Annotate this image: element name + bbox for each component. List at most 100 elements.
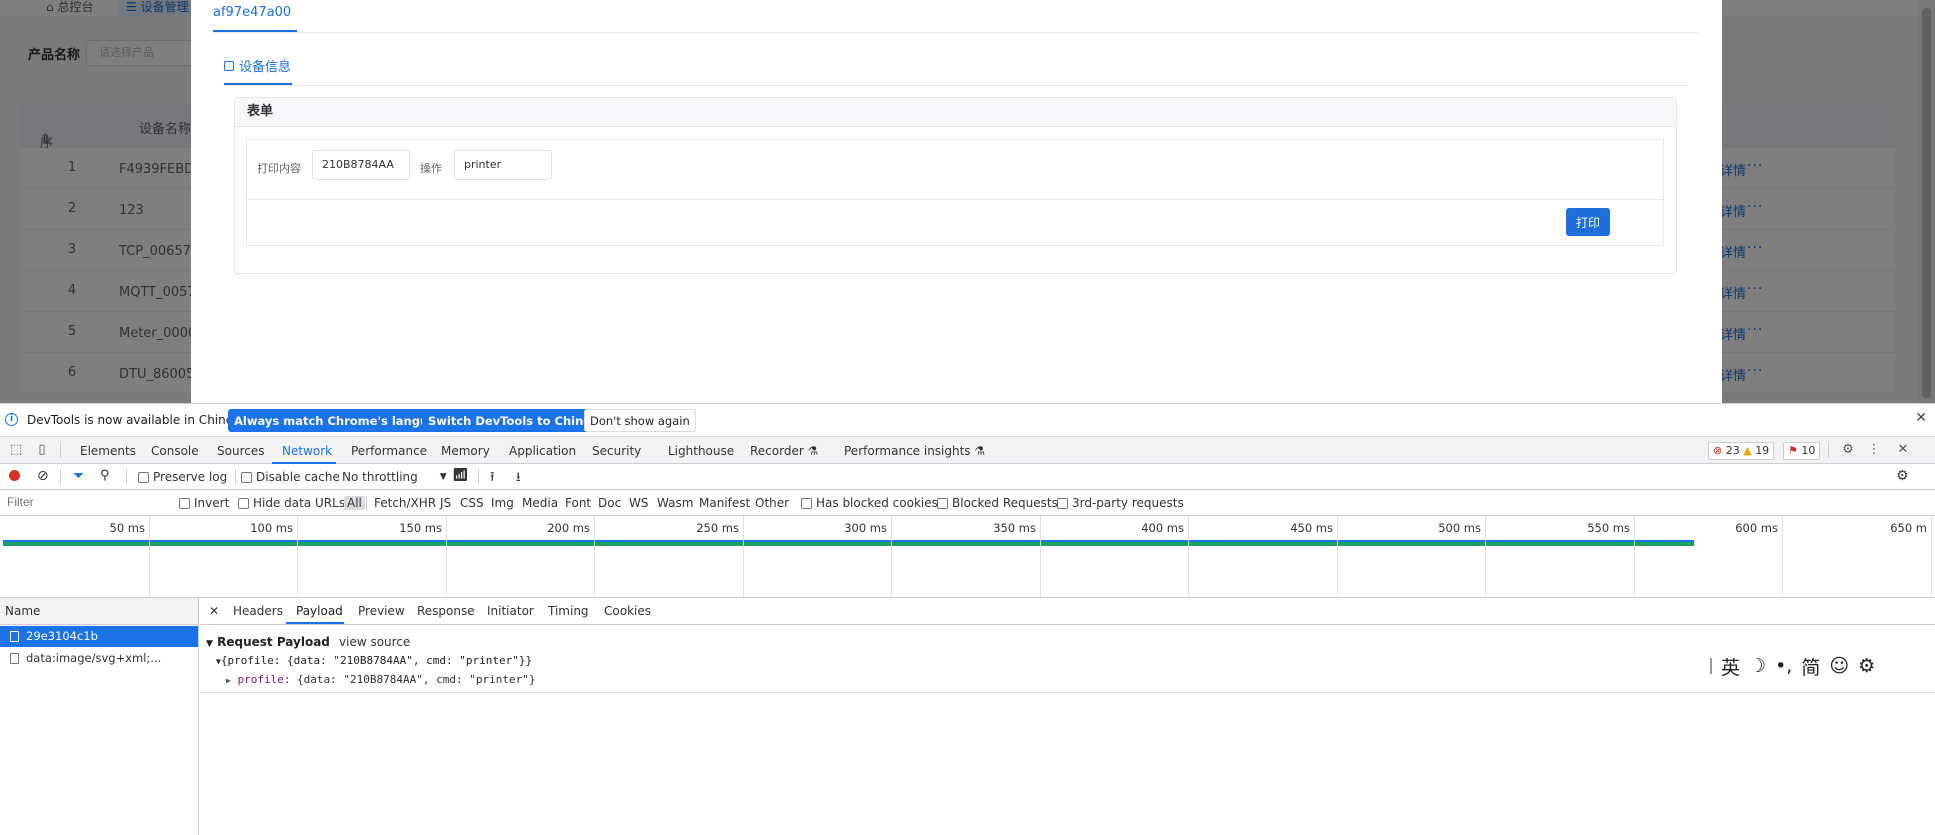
tab-elements[interactable]: Elements [80, 444, 136, 458]
device-icon [224, 60, 234, 71]
punctuation-icon[interactable]: •, [1775, 655, 1792, 677]
tab-payload[interactable]: Payload [296, 604, 343, 618]
filter-type-all[interactable]: All [344, 496, 365, 510]
filter-type-font[interactable]: Font [565, 496, 591, 510]
drag-handle[interactable] [1710, 658, 1712, 674]
filter-type-doc[interactable]: Doc [598, 496, 621, 510]
filter-type-media[interactable]: Media [522, 496, 558, 510]
settings-gear-icon[interactable]: ⚙ [1840, 442, 1856, 458]
print-button[interactable]: 打印 [1566, 208, 1610, 236]
network-timeline-overview[interactable]: 50 ms 100 ms 150 ms 200 ms 250 ms 300 ms 350 m… [0, 516, 1935, 598]
search-icon[interactable]: ⚲ [100, 468, 110, 483]
filter-type-img[interactable]: Img [491, 496, 514, 510]
filter-type-wasm[interactable]: Wasm [657, 496, 693, 510]
separator [1828, 443, 1829, 458]
timeline-gridline [1485, 516, 1486, 597]
filter-input[interactable] [2, 493, 167, 512]
request-item[interactable]: 29e3104c1b [0, 626, 198, 647]
filter-type-css[interactable]: CSS [460, 496, 484, 510]
network-filterbar: Invert Hide data URLs All Fetch/XHR JS C… [0, 490, 1935, 516]
invert-checkbox[interactable]: Invert [179, 496, 229, 510]
export-har-icon[interactable]: ⭳ [516, 468, 521, 490]
import-har-icon[interactable]: ⭱ [490, 468, 495, 490]
hide-data-urls-checkbox[interactable]: Hide data URLs [238, 496, 345, 510]
record-icon[interactable] [9, 470, 20, 481]
tab-recorder[interactable]: Recorder ⚗ [750, 444, 818, 458]
filter-funnel-icon[interactable]: ⏷ [73, 468, 84, 484]
request-timing-bar [3, 540, 1694, 546]
tab-preview[interactable]: Preview [358, 604, 405, 618]
preserve-log-checkbox[interactable]: Preserve log [138, 470, 227, 484]
devtools-tabbar: ⬚ ▯ Elements Console Sources Network Per… [0, 437, 1935, 464]
error-icon: ⊗ [1713, 444, 1723, 457]
throttling-select[interactable]: No throttling ▼ [342, 470, 447, 484]
close-icon[interactable]: ✕ [1915, 410, 1927, 426]
filter-type-fetch-xhr[interactable]: Fetch/XHR [374, 496, 436, 510]
tab-device-info[interactable]: 设备信息 [224, 56, 291, 75]
has-blocked-cookies-checkbox[interactable]: Has blocked cookies [801, 496, 938, 510]
tab-sources[interactable]: Sources [217, 444, 264, 458]
timeline-tick-label: 600 ms [1735, 521, 1778, 535]
form-card: 表单 打印内容 210B8784AA 操作 printer [234, 97, 1677, 274]
separator [126, 469, 127, 484]
error-warning-counter[interactable]: ⊗ 23 ▲ 19 [1708, 442, 1775, 460]
inspect-element-icon[interactable]: ⬚ [8, 442, 24, 458]
clear-icon[interactable]: ⊘ [37, 468, 49, 484]
tab-application[interactable]: Application [509, 444, 576, 458]
request-payload-section[interactable]: ▼ Request Payload [206, 635, 330, 649]
tab-response[interactable]: Response [417, 604, 475, 618]
issues-counter[interactable]: ⚑ 10 [1783, 442, 1821, 460]
timeline-gridline [1188, 516, 1189, 597]
tab-cookies[interactable]: Cookies [604, 604, 651, 618]
timeline-gridline [1782, 516, 1783, 597]
request-detail-panel: ✕ Headers Payload Preview Response Initi… [200, 598, 1935, 835]
request-item[interactable]: data:image/svg+xml;... [0, 648, 198, 669]
tab-security[interactable]: Security [592, 444, 641, 458]
tab-lighthouse[interactable]: Lighthouse [668, 444, 734, 458]
tab-console[interactable]: Console [151, 444, 199, 458]
network-settings-gear-icon[interactable]: ⚙ [1896, 468, 1909, 484]
tab-timing[interactable]: Timing [548, 604, 589, 618]
more-options-icon[interactable]: ⋮ [1866, 442, 1882, 458]
dont-show-again-button[interactable]: Don't show again [584, 409, 696, 432]
collapse-triangle-icon: ▶ [226, 676, 231, 685]
filter-type-other[interactable]: Other [755, 496, 789, 510]
print-content-input[interactable]: 210B8784AA [312, 150, 410, 180]
dropdown-arrow-icon: ▼ [439, 472, 447, 482]
separator [235, 469, 236, 484]
ime-language-toggle[interactable]: 英 [1721, 653, 1740, 680]
emoji-icon[interactable]: ☺ [1829, 655, 1849, 677]
close-devtools-icon[interactable]: ✕ [1895, 442, 1911, 458]
language-infobar: i DevTools is now available in Chinese! … [0, 404, 1935, 437]
payload-profile[interactable]: ▶ profile: {data: "210B8784AA", cmd: "pr… [226, 673, 535, 686]
network-toolbar: ⊘ ⏷ ⚲ Preserve log Disable cache No thro… [0, 464, 1935, 490]
disable-cache-checkbox[interactable]: Disable cache [241, 470, 340, 484]
name-column-header[interactable]: Name [0, 598, 198, 625]
filter-type-ws[interactable]: WS [629, 496, 648, 510]
network-conditions-icon[interactable]: 📶︎ [452, 468, 469, 483]
device-toolbar-icon[interactable]: ▯ [34, 442, 50, 458]
ime-settings-icon[interactable]: ⚙ [1858, 655, 1875, 677]
image-icon [10, 653, 19, 664]
operation-input[interactable]: printer [454, 150, 552, 180]
filter-type-js[interactable]: JS [440, 496, 451, 510]
tab-performance-insights[interactable]: Performance insights ⚗ [844, 444, 985, 458]
close-detail-icon[interactable]: ✕ [209, 604, 219, 618]
filter-type-manifest[interactable]: Manifest [699, 496, 750, 510]
moon-icon[interactable]: ☽ [1749, 655, 1766, 677]
tab-performance[interactable]: Performance [351, 444, 427, 458]
timeline-gridline [743, 516, 744, 597]
tab-initiator[interactable]: Initiator [487, 604, 534, 618]
third-party-requests-checkbox[interactable]: 3rd-party requests [1057, 496, 1184, 510]
timeline-gridline [149, 516, 150, 597]
tab-memory[interactable]: Memory [441, 444, 490, 458]
tab-headers[interactable]: Headers [233, 604, 283, 618]
view-source-link[interactable]: view source [339, 635, 410, 649]
timeline-tick-label: 550 ms [1587, 521, 1630, 535]
payload-root[interactable]: ▼{profile: {data: "210B8784AA", cmd: "pr… [216, 654, 532, 667]
blocked-requests-checkbox[interactable]: Blocked Requests [937, 496, 1058, 510]
tab-network[interactable]: Network [282, 444, 332, 458]
ime-simplified-toggle[interactable]: 简 [1801, 653, 1820, 680]
tab-device-id[interactable]: af97e47a00 [213, 5, 291, 20]
timeline-tick-label: 200 ms [547, 521, 590, 535]
